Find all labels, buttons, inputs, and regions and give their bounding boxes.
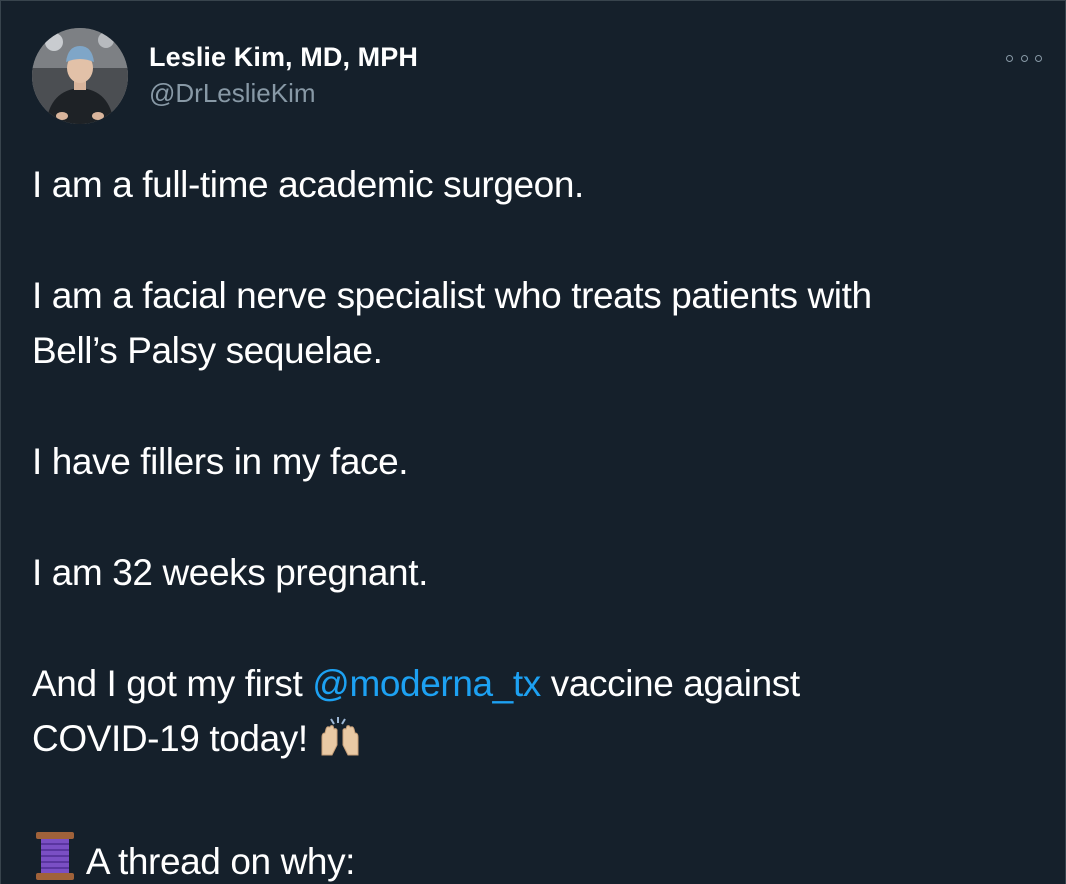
tweet-paragraph: I am a facial nerve specialist who treat… [32, 268, 1042, 378]
more-dot-icon [1006, 54, 1013, 62]
tweet-text: I am a full-time academic surgeon. I am … [32, 157, 1042, 884]
tweet-line: COVID-19 today! [32, 718, 308, 759]
tweet-paragraph: A thread on why: [32, 830, 1042, 884]
mention-link[interactable]: @moderna_tx [312, 663, 541, 704]
tweet-line: I am a facial nerve specialist who treat… [32, 275, 872, 316]
tweet-line: I am a full-time academic surgeon. [32, 164, 584, 205]
author-avatar[interactable] [32, 28, 128, 124]
tweet-line: vaccine against [540, 663, 800, 704]
avatar-photo-icon [32, 28, 128, 124]
author-names: Leslie Kim, MD, MPH @DrLeslieKim [149, 42, 418, 108]
tweet-line: I have fillers in my face. [32, 441, 409, 482]
author-handle[interactable]: @DrLeslieKim [149, 78, 418, 108]
raising-hands-icon [318, 715, 362, 774]
tweet-paragraph: And I got my first @moderna_tx vaccine a… [32, 656, 1042, 774]
tweet-line: And I got my first [32, 663, 313, 704]
more-options-button[interactable] [1006, 48, 1042, 68]
author-display-name[interactable]: Leslie Kim, MD, MPH [149, 42, 418, 72]
tweet-line: I am 32 weeks pregnant. [32, 552, 428, 593]
tweet-paragraph: I am a full-time academic surgeon. [32, 157, 1042, 212]
tweet-card: Leslie Kim, MD, MPH @DrLeslieKim I am a … [0, 0, 1066, 884]
tweet-paragraph: I am 32 weeks pregnant. [32, 545, 1042, 600]
spool-of-thread-icon [32, 830, 78, 884]
tweet-line: Bell’s Palsy sequelae. [32, 330, 383, 371]
tweet-line: A thread on why: [85, 841, 356, 882]
tweet-header: Leslie Kim, MD, MPH @DrLeslieKim [32, 28, 1042, 124]
more-dot-icon [1035, 54, 1042, 62]
tweet-paragraph: I have fillers in my face. [32, 434, 1042, 489]
more-dot-icon [1020, 54, 1028, 62]
